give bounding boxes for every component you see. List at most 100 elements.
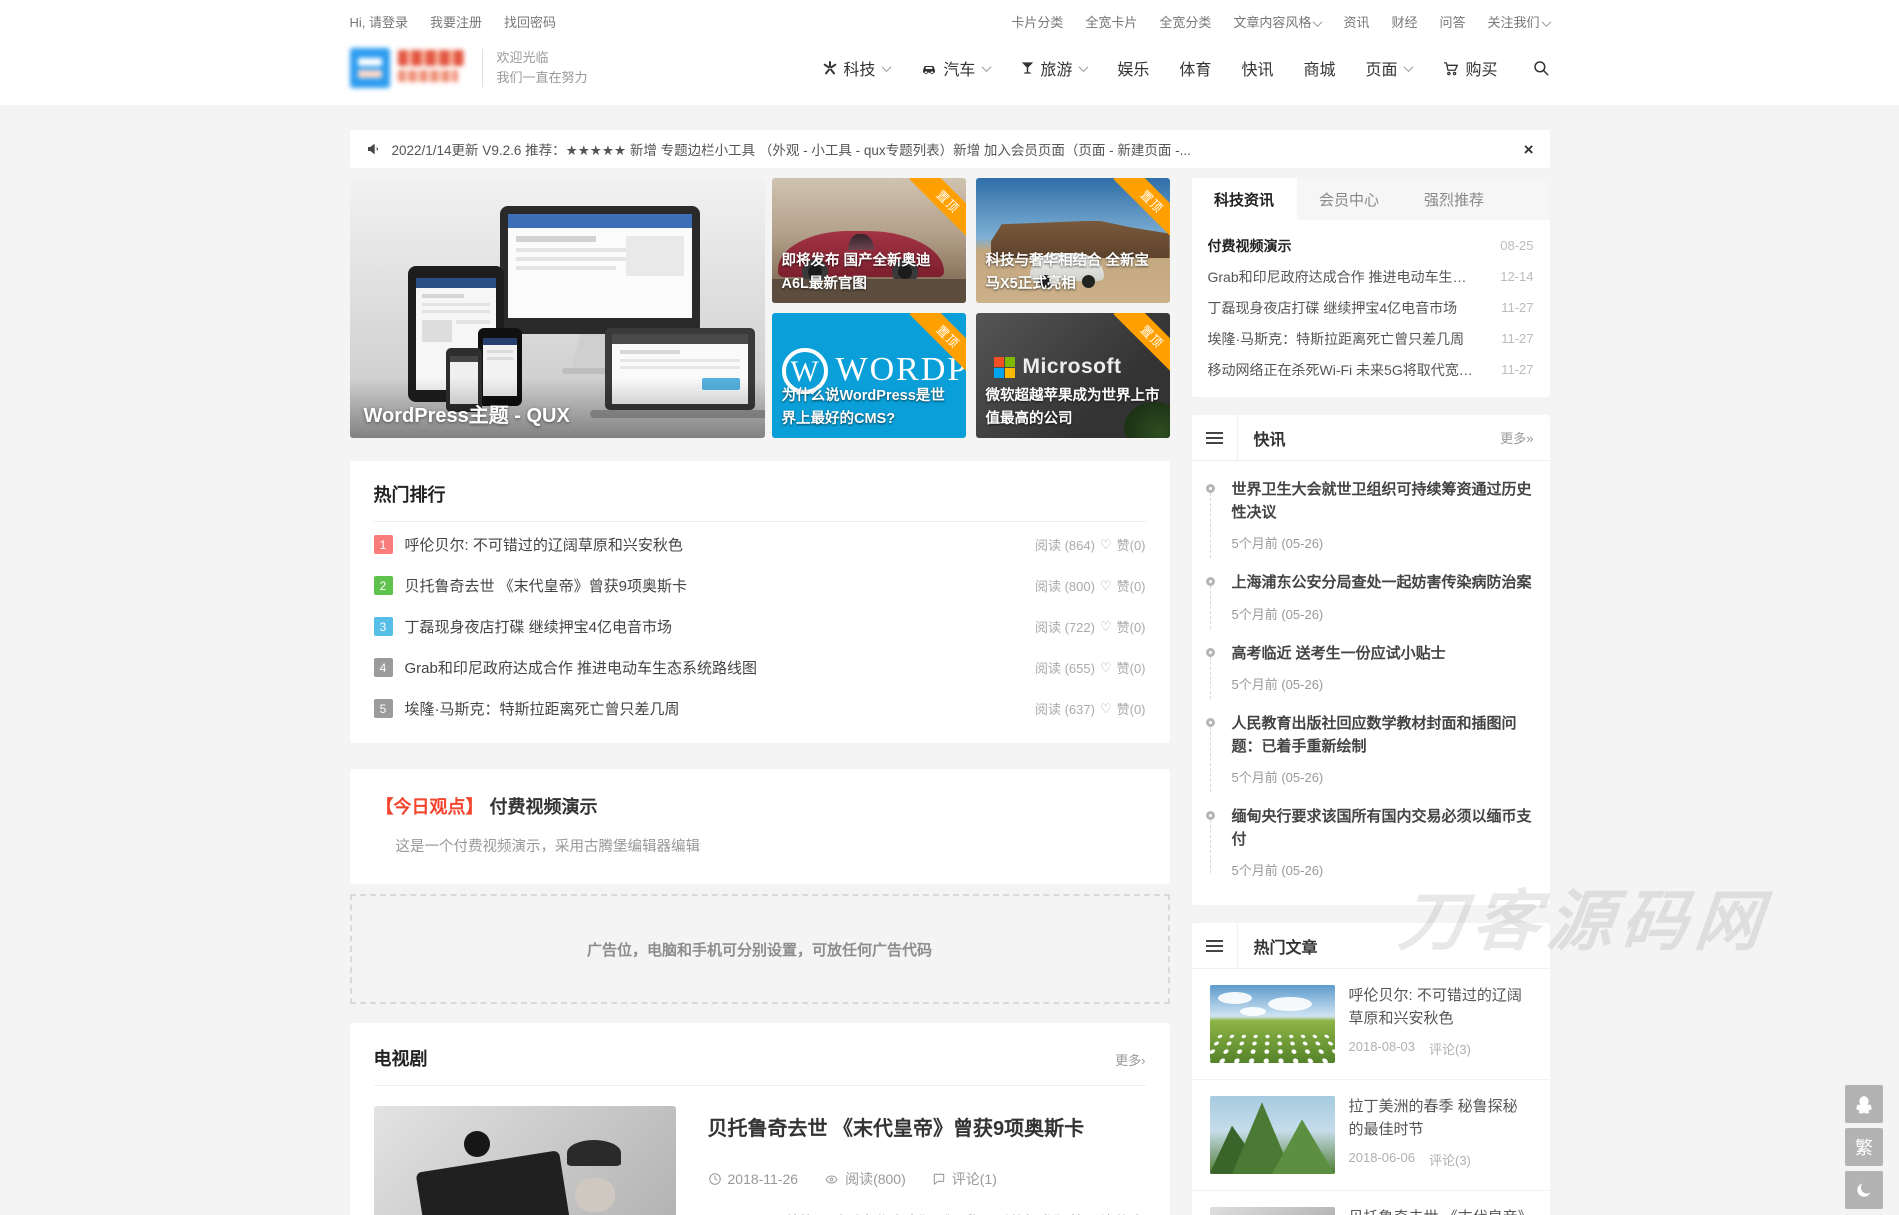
post-thumbnail[interactable] <box>1210 1096 1335 1174</box>
more-link[interactable]: 更多» <box>1500 428 1533 447</box>
hot-rank-section: 热门排行 1 呼伦贝尔: 不可错过的辽阔草原和兴安秋色 阅读 (864)♡赞(0… <box>350 461 1170 743</box>
list-icon[interactable] <box>1192 923 1238 969</box>
topbar-link-news[interactable]: 资讯 <box>1343 12 1369 31</box>
topbar-link-follow-us[interactable]: 关注我们 <box>1487 12 1549 31</box>
article-link[interactable]: 埃隆·马斯克：特斯拉距离死亡曾只差几周 <box>1208 329 1465 349</box>
nav-label: 体育 <box>1179 56 1211 80</box>
dark-mode-button[interactable] <box>1845 1171 1883 1209</box>
flash-article-link[interactable]: 高考临近 送考生一份应试小贴士 <box>1232 643 1532 666</box>
topbar-left: Hi, 请登录 我要注册 找回密码 <box>350 12 557 31</box>
featured-card-wordpress[interactable]: 置顶 W WORDPRES 为什么说WordPress是世界上最好的CMS? <box>772 313 966 438</box>
featured-card-audi[interactable]: 置顶 即将发布 国产全新奥迪A6L最新官图 <box>772 178 966 303</box>
tab-strong-recommend[interactable]: 强烈推荐 <box>1402 178 1507 220</box>
rank-row: 1 呼伦贝尔: 不可错过的辽阔草原和兴安秋色 阅读 (864)♡赞(0) <box>374 526 1146 563</box>
ad-placeholder[interactable]: 广告位，电脑和手机可分别设置，可放任何广告代码 <box>350 894 1170 1004</box>
hero-slider[interactable]: WordPress主题 - QUX <box>350 178 765 438</box>
topbar-link-fullwidth-card[interactable]: 全宽卡片 <box>1085 12 1137 31</box>
nav-label: 娱乐 <box>1117 56 1149 80</box>
rank-article-link[interactable]: 呼伦贝尔: 不可错过的辽阔草原和兴安秋色 <box>405 534 683 555</box>
today-label: 【今日观点】 <box>376 797 484 817</box>
comment-icon <box>932 1172 946 1186</box>
chevron-down-icon <box>1541 17 1551 27</box>
more-link[interactable]: 更多› <box>1115 1050 1145 1069</box>
rank-meta: 阅读 (655)♡赞(0) <box>1035 658 1146 677</box>
article-thumbnail[interactable] <box>374 1106 676 1215</box>
featured-card-bmw[interactable]: 置顶 科技与奢华相结合 全新宝马X5正式亮相 <box>976 178 1170 303</box>
clock-icon <box>708 1172 722 1186</box>
content: WordPress主题 - QUX 置顶 即将发布 国产全新奥迪A6L最新官图 … <box>350 178 1550 1215</box>
tab-tech-news[interactable]: 科技资讯 <box>1192 178 1297 220</box>
topbar-link-finance[interactable]: 财经 <box>1391 12 1417 31</box>
rank-article-link[interactable]: Grab和印尼政府达成合作 推进电动车生态系统路线图 <box>405 657 758 678</box>
article-title[interactable]: 贝托鲁奇去世 《末代皇帝》曾获9项奥斯卡 <box>708 1112 1146 1141</box>
topbar-link-recover-password[interactable]: 找回密码 <box>504 12 556 31</box>
sticky-ribbon: 置顶 <box>894 178 966 250</box>
timeline-item: 世界卫生大会就世卫组织可持续筹资通过历史性决议 5个月前 (05-26) <box>1206 479 1532 552</box>
topbar-link-card-category[interactable]: 卡片分类 <box>1011 12 1063 31</box>
flash-article-link[interactable]: 人民教育出版社回应数学教材封面和插图问题：已着手重新绘制 <box>1232 713 1532 758</box>
tab-article-list: 付费视频演示 08-25 Grab和印尼政府达成合作 推进电动车生态系统路线图 … <box>1192 220 1550 397</box>
article-link[interactable]: 移动网络正在杀死Wi-Fi 未来5G将取代宽带? <box>1208 360 1480 380</box>
post-info: 拉丁美洲的春季 秘鲁探秘的最佳时节 2018-06-06评论(3) <box>1349 1096 1532 1174</box>
hot-post-item: 贝托鲁奇去世 《末代皇帝》曾获9项奥斯卡 2018-11-26评论(1) <box>1192 1190 1550 1215</box>
flash-article-link[interactable]: 上海浦东公安分局查处一起妨害传染病防治案 <box>1232 572 1532 595</box>
nav-item-sports[interactable]: 体育 <box>1179 56 1211 80</box>
moon-icon <box>1854 1180 1874 1200</box>
nav-item-car[interactable]: 汽车 <box>920 56 990 80</box>
main-nav: 科技 汽车 旅游 娱乐 体育 快讯 商城 页面 <box>822 56 1549 80</box>
rank-badge: 2 <box>374 576 393 595</box>
featured-card-title: 为什么说WordPress是世界上最好的CMS? <box>782 385 958 430</box>
section-title: 热门排行 <box>374 481 1146 522</box>
topbar-link-article-style[interactable]: 文章内容风格 <box>1233 12 1321 31</box>
nav-item-shop[interactable]: 商城 <box>1303 56 1335 80</box>
qq-contact-button[interactable] <box>1845 1085 1883 1123</box>
site-logo-image <box>350 46 468 90</box>
traditional-chinese-button[interactable]: 繁 <box>1845 1128 1883 1166</box>
today-article-link[interactable]: 付费视频演示 <box>490 797 598 817</box>
nav-item-tech[interactable]: 科技 <box>822 56 890 80</box>
rank-meta: 阅读 (864)♡赞(0) <box>1035 535 1146 554</box>
rank-badge: 1 <box>374 535 393 554</box>
chevron-down-icon <box>882 62 892 72</box>
nav-label: 页面 <box>1365 56 1397 80</box>
topbar-link-follow-us-label: 关注我们 <box>1487 15 1539 30</box>
nav-item-pages[interactable]: 页面 <box>1365 56 1412 80</box>
article-link[interactable]: 丁磊现身夜店打碟 继续押宝4亿电音市场 <box>1208 298 1458 318</box>
topbar-link-fullwidth-category[interactable]: 全宽分类 <box>1159 12 1211 31</box>
page: Hi, 请登录 我要注册 找回密码 卡片分类 全宽卡片 全宽分类 文章内容风格 … <box>0 0 1899 1215</box>
search-icon[interactable] <box>1532 59 1550 77</box>
post-title[interactable]: 拉丁美洲的春季 秘鲁探秘的最佳时节 <box>1349 1096 1532 1141</box>
hot-post-item: 呼伦贝尔: 不可错过的辽阔草原和兴安秋色 2018-08-03评论(3) <box>1192 969 1550 1079</box>
comments-meta: 评论(1) <box>932 1169 997 1189</box>
post-thumbnail[interactable] <box>1210 985 1335 1063</box>
post-thumbnail[interactable] <box>1210 1207 1335 1215</box>
rank-article-link[interactable]: 贝托鲁奇去世 《末代皇帝》曾获9项奥斯卡 <box>405 575 688 596</box>
topbar-link-register[interactable]: 我要注册 <box>430 12 482 31</box>
person-illustration <box>567 1140 621 1166</box>
article-link[interactable]: Grab和印尼政府达成合作 推进电动车生态系统路线图 <box>1208 267 1480 287</box>
rank-badge: 4 <box>374 658 393 677</box>
article-link[interactable]: 付费视频演示 <box>1208 236 1292 256</box>
timeline-item: 人民教育出版社回应数学教材封面和插图问题：已着手重新绘制 5个月前 (05-26… <box>1206 713 1532 786</box>
nav-item-travel[interactable]: 旅游 <box>1020 56 1087 80</box>
post-title[interactable]: 贝托鲁奇去世 《末代皇帝》曾获9项奥斯卡 <box>1349 1207 1532 1215</box>
close-icon[interactable]: × <box>1524 141 1534 158</box>
site-tagline: 欢迎光临 我们一直在努力 <box>497 48 588 88</box>
flash-article-link[interactable]: 世界卫生大会就世卫组织可持续筹资通过历史性决议 <box>1232 479 1532 524</box>
flash-article-link[interactable]: 缅甸央行要求该国所有国内交易必须以缅币支付 <box>1232 806 1532 851</box>
list-icon[interactable] <box>1192 415 1238 461</box>
post-title[interactable]: 呼伦贝尔: 不可错过的辽阔草原和兴安秋色 <box>1349 985 1532 1030</box>
rank-badge: 3 <box>374 617 393 636</box>
burst-icon <box>822 60 838 76</box>
rank-article-link[interactable]: 埃隆·马斯克：特斯拉距离死亡曾只差几周 <box>405 698 680 719</box>
nav-item-buy[interactable]: 购买 <box>1442 56 1497 80</box>
featured-card-microsoft[interactable]: 置顶 Microsoft 微软超越苹果成为世界上市值最高的公司 <box>976 313 1170 438</box>
tab-member-center[interactable]: 会员中心 <box>1297 178 1402 220</box>
site-logo[interactable]: 欢迎光临 我们一直在努力 <box>350 46 588 90</box>
topbar: Hi, 请登录 我要注册 找回密码 卡片分类 全宽卡片 全宽分类 文章内容风格 … <box>350 12 1550 31</box>
topbar-link-login[interactable]: Hi, 请登录 <box>350 12 409 31</box>
topbar-link-qa[interactable]: 问答 <box>1439 12 1465 31</box>
rank-article-link[interactable]: 丁磊现身夜店打碟 继续押宝4亿电音市场 <box>405 616 673 637</box>
nav-item-flash-news[interactable]: 快讯 <box>1241 56 1273 80</box>
nav-item-entertainment[interactable]: 娱乐 <box>1117 56 1149 80</box>
